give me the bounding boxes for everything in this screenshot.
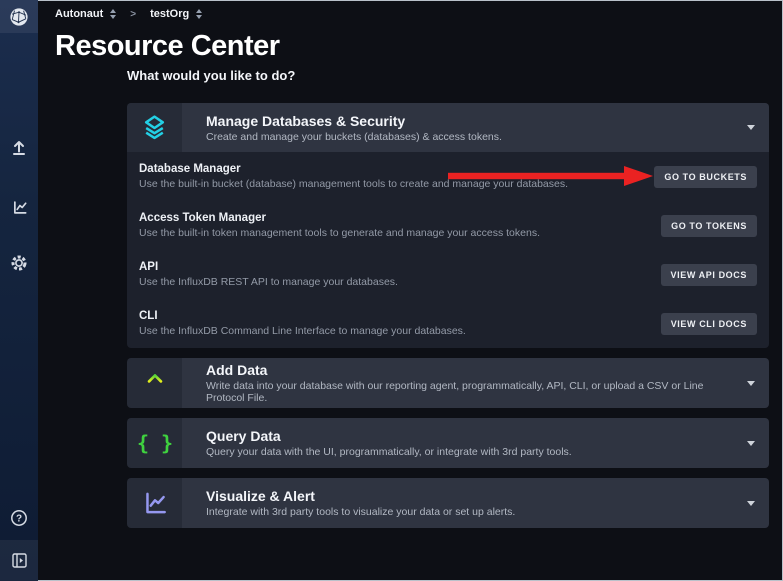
section-description: Integrate with 3rd party tools to visual… [206, 506, 741, 518]
layers-icon [127, 103, 182, 152]
section-add-data: Add Data Write data into your database w… [127, 358, 769, 408]
breadcrumb-separator: > [130, 9, 136, 20]
svg-text:?: ? [16, 514, 22, 525]
graph-icon [11, 199, 28, 216]
section-title: Add Data [206, 362, 741, 378]
row-title: CLI [139, 310, 466, 322]
account-switcher-caret-icon[interactable] [110, 9, 116, 19]
chevron-down-icon[interactable] [747, 381, 755, 386]
row-text: Database Manager Use the built-in bucket… [139, 163, 568, 190]
go-to-buckets-button[interactable]: GO TO BUCKETS [654, 166, 757, 188]
page-title: Resource Center [55, 30, 783, 63]
section-title: Visualize & Alert [206, 488, 741, 504]
main-area: Autonaut > testOrg Resource Center What … [38, 0, 783, 581]
org-switcher-caret-icon[interactable] [196, 9, 202, 19]
section-description: Write data into your database with our r… [206, 380, 741, 404]
topbar: Autonaut > testOrg [38, 0, 783, 28]
breadcrumb-org[interactable]: testOrg [150, 8, 189, 20]
view-cli-docs-button[interactable]: VIEW CLI DOCS [661, 313, 757, 335]
breadcrumb-account[interactable]: Autonaut [55, 8, 103, 20]
sidebar-item-help[interactable]: ? [0, 496, 38, 540]
section-header-visualize-alert[interactable]: Visualize & Alert Integrate with 3rd par… [127, 478, 769, 528]
row-title: Database Manager [139, 163, 568, 175]
section-header-text: Visualize & Alert Integrate with 3rd par… [182, 478, 741, 528]
section-header-query-data[interactable]: { } Query Data Query your data with the … [127, 418, 769, 468]
section-description: Create and manage your buckets (database… [206, 131, 741, 143]
section-header-text: Query Data Query your data with the UI, … [182, 418, 741, 468]
sidebar-item-data-explorer[interactable] [0, 185, 38, 229]
help-icon: ? [10, 509, 28, 527]
section-title: Query Data [206, 428, 741, 444]
sidebar-item-toggle[interactable] [0, 540, 38, 581]
view-api-docs-button[interactable]: VIEW API DOCS [661, 264, 757, 286]
sidebar-item-load-data[interactable] [0, 125, 38, 169]
row-text: Access Token Manager Use the built-in to… [139, 212, 540, 239]
influxdb-logo[interactable] [0, 0, 38, 33]
braces-icon: { } [127, 418, 182, 468]
panel-toggle-icon [11, 552, 28, 569]
sidebar-item-settings[interactable] [0, 241, 38, 285]
app-root: ? Autonaut > testOrg Resource Center Wha… [0, 0, 783, 581]
section-query-data: { } Query Data Query your data with the … [127, 418, 769, 468]
row-api: API Use the InfluxDB REST API to manage … [127, 250, 769, 299]
chevron-down-icon[interactable] [747, 125, 755, 130]
section-header-add-data[interactable]: Add Data Write data into your database w… [127, 358, 769, 408]
gear-icon [10, 254, 28, 272]
row-title: API [139, 261, 398, 273]
row-cli: CLI Use the InfluxDB Command Line Interf… [127, 299, 769, 348]
row-description: Use the built-in bucket (database) manag… [139, 178, 568, 190]
section-header-text: Manage Databases & Security Create and m… [182, 103, 741, 152]
chevron-down-icon[interactable] [747, 441, 755, 446]
row-title: Access Token Manager [139, 212, 540, 224]
section-title: Manage Databases & Security [206, 113, 741, 129]
section-description: Query your data with the UI, programmati… [206, 446, 741, 458]
globe-logo-icon [9, 7, 29, 27]
row-description: Use the built-in token management tools … [139, 227, 540, 239]
section-header-manage-databases[interactable]: Manage Databases & Security Create and m… [127, 103, 769, 152]
caret-wrap [741, 478, 769, 528]
svg-text:{ }: { } [137, 431, 173, 455]
upload-icon [127, 358, 182, 408]
caret-wrap [741, 103, 769, 152]
row-text: API Use the InfluxDB REST API to manage … [139, 261, 398, 288]
upload-icon [10, 138, 28, 156]
row-access-token-manager: Access Token Manager Use the built-in to… [127, 201, 769, 250]
caret-wrap [741, 358, 769, 408]
go-to-tokens-button[interactable]: GO TO TOKENS [661, 215, 757, 237]
section-manage-databases: Manage Databases & Security Create and m… [127, 103, 769, 348]
line-chart-icon [127, 478, 182, 528]
section-rows: Database Manager Use the built-in bucket… [127, 152, 769, 348]
chevron-down-icon[interactable] [747, 501, 755, 506]
sidebar: ? [0, 0, 38, 581]
caret-wrap [741, 418, 769, 468]
row-database-manager: Database Manager Use the built-in bucket… [127, 152, 769, 201]
section-header-text: Add Data Write data into your database w… [182, 358, 741, 408]
page-subtitle: What would you like to do? [127, 68, 783, 83]
row-text: CLI Use the InfluxDB Command Line Interf… [139, 310, 466, 337]
row-description: Use the InfluxDB Command Line Interface … [139, 325, 466, 337]
resource-center-content: Manage Databases & Security Create and m… [127, 103, 769, 528]
row-description: Use the InfluxDB REST API to manage your… [139, 276, 398, 288]
section-visualize-alert: Visualize & Alert Integrate with 3rd par… [127, 478, 769, 528]
